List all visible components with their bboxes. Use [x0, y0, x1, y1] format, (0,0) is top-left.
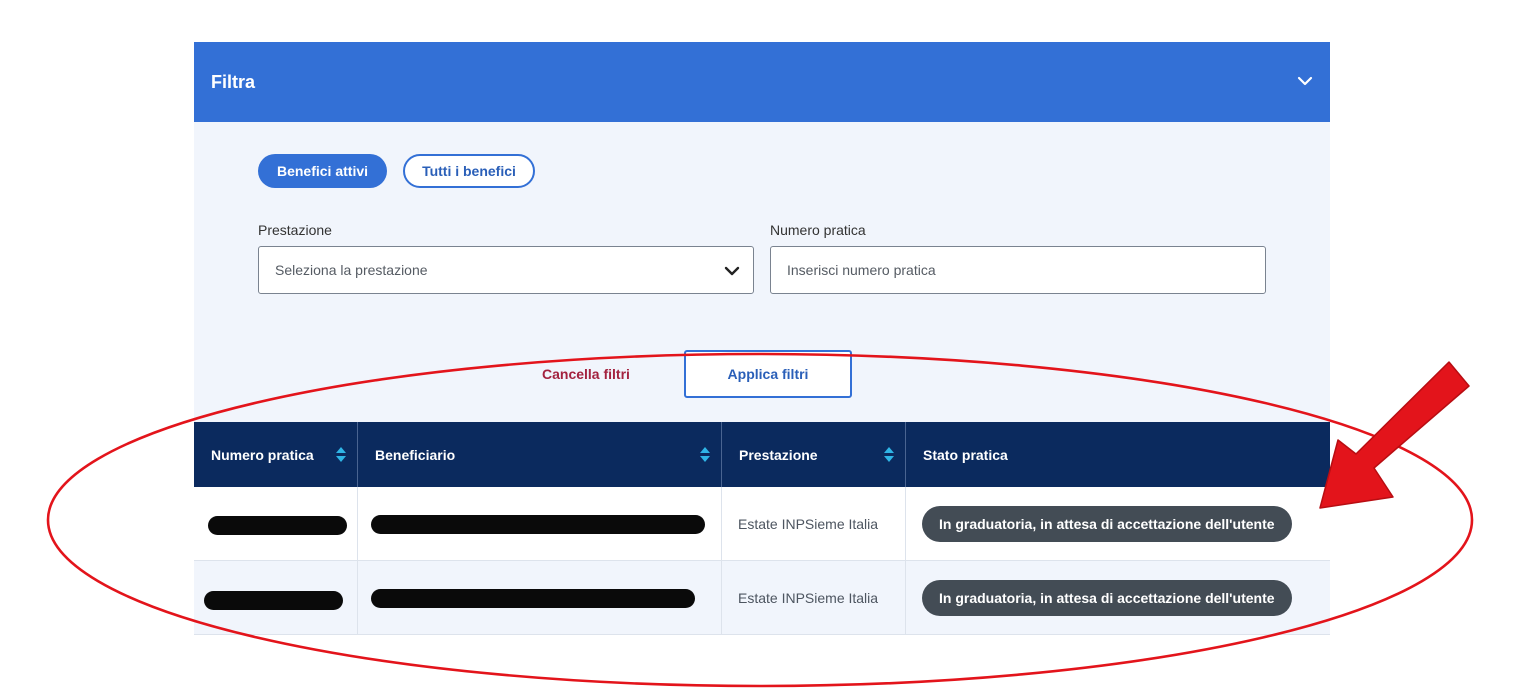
cell-prestazione: Estate INPSieme Italia — [722, 561, 906, 634]
cell-stato-pratica: In graduatoria, in attesa di accettazion… — [906, 561, 1330, 634]
prestazione-select-value: Seleziona la prestazione — [275, 262, 428, 278]
chevron-down-icon — [724, 266, 740, 276]
cancel-filters-link[interactable]: Cancella filtri — [542, 366, 630, 382]
numero-pratica-input[interactable] — [787, 262, 1247, 278]
redaction-bar — [371, 589, 695, 608]
sort-arrows-icon[interactable] — [699, 446, 711, 463]
cell-stato-pratica: In graduatoria, in attesa di accettazion… — [906, 487, 1330, 560]
prestazione-select[interactable]: Seleziona la prestazione — [258, 246, 754, 294]
results-table: Numero pratica Beneficiario Prestazione — [194, 422, 1330, 635]
cell-numero-pratica — [194, 487, 358, 560]
sort-arrows-icon[interactable] — [335, 446, 347, 463]
column-header-label: Beneficiario — [375, 446, 456, 463]
column-header-label: Stato pratica — [923, 446, 1008, 463]
status-badge: In graduatoria, in attesa di accettazion… — [922, 505, 1292, 542]
table-header-row: Numero pratica Beneficiario Prestazione — [194, 422, 1330, 487]
redaction-bar — [208, 516, 347, 535]
chevron-down-icon[interactable] — [1296, 72, 1314, 90]
redaction-bar — [204, 591, 343, 610]
column-header-label: Numero pratica — [211, 446, 314, 463]
column-header-beneficiario[interactable]: Beneficiario — [358, 422, 722, 487]
status-badge: In graduatoria, in attesa di accettazion… — [922, 579, 1292, 616]
filter-accordion-header[interactable]: Filtra — [194, 42, 1330, 122]
apply-filters-button[interactable]: Applica filtri — [684, 350, 852, 398]
numero-pratica-field[interactable] — [770, 246, 1266, 294]
redaction-bar — [371, 515, 705, 534]
all-benefits-toggle[interactable]: Tutti i benefici — [403, 154, 535, 188]
cell-beneficiario — [358, 561, 722, 634]
active-benefits-toggle[interactable]: Benefici attivi — [258, 154, 387, 188]
sort-arrows-icon[interactable] — [883, 446, 895, 463]
cell-prestazione: Estate INPSieme Italia — [722, 487, 906, 560]
filter-panel: Filtra Benefici attivi Tutti i benefici … — [194, 42, 1330, 635]
filter-title: Filtra — [211, 71, 256, 92]
column-header-prestazione[interactable]: Prestazione — [722, 422, 906, 487]
table-row: Estate INPSieme Italia In graduatoria, i… — [194, 487, 1330, 561]
table-row: Estate INPSieme Italia In graduatoria, i… — [194, 561, 1330, 635]
numero-pratica-label: Numero pratica — [770, 222, 866, 238]
prestazione-label: Prestazione — [258, 222, 332, 238]
column-header-stato-pratica: Stato pratica — [906, 422, 1330, 487]
column-header-numero-pratica[interactable]: Numero pratica — [194, 422, 358, 487]
cell-beneficiario — [358, 487, 722, 560]
cell-numero-pratica — [194, 561, 358, 634]
annotation-arrow-icon — [1319, 361, 1470, 509]
page: Filtra Benefici attivi Tutti i benefici … — [0, 0, 1516, 697]
column-header-label: Prestazione — [739, 446, 818, 463]
